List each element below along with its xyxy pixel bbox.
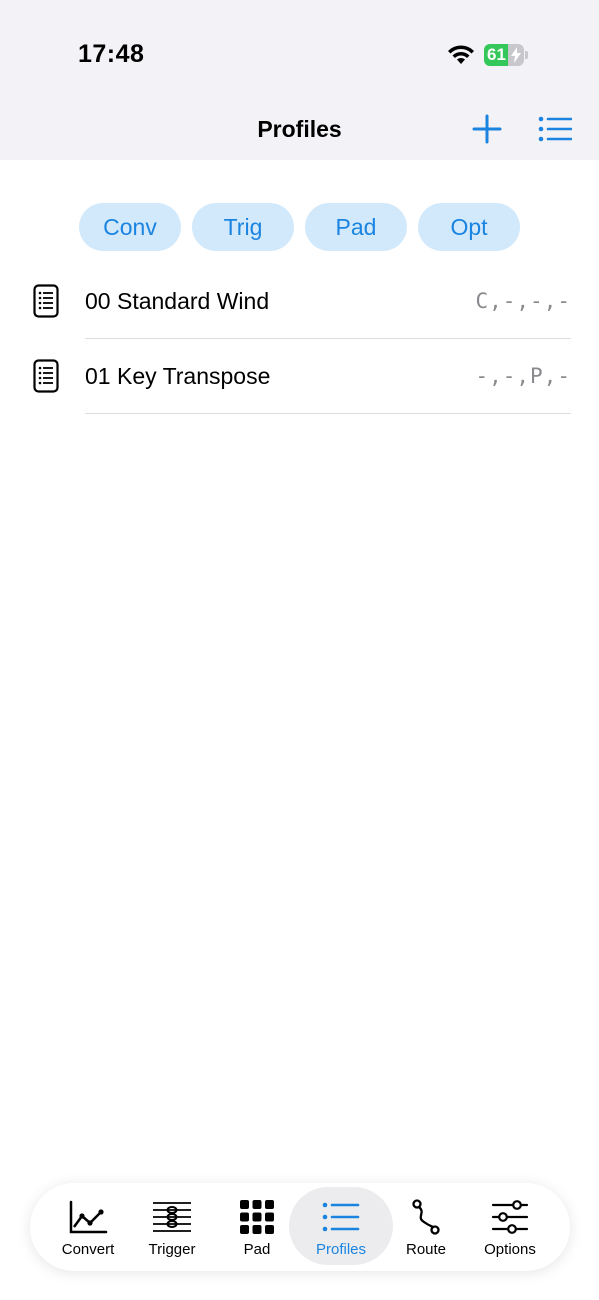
trigger-rows-icon (153, 1202, 191, 1232)
row-divider (85, 413, 571, 414)
tab-options[interactable]: Options (468, 1187, 552, 1265)
chip-opt[interactable]: Opt (418, 203, 520, 251)
profile-code: -,-,P,- (475, 364, 571, 388)
profile-name: 01 Key Transpose (85, 363, 271, 389)
tab-route[interactable]: Route (384, 1187, 468, 1265)
tab-label: Profiles (315, 1241, 367, 1258)
page-title: Profiles (257, 116, 342, 142)
tab-label: Convert (61, 1241, 115, 1258)
tab-pad[interactable]: Pad (215, 1187, 299, 1265)
tab-bar: Convert Trigger Pad Profiles Route Optio… (30, 1183, 570, 1271)
list-item[interactable]: 01 Key Transpose -,-,P,- (0, 339, 599, 414)
list-item[interactable]: 00 Standard Wind C,-,-,- (0, 264, 599, 339)
navigation-bar: Profiles (0, 90, 599, 160)
list-menu-button[interactable] (538, 114, 572, 144)
tab-label: Options (484, 1241, 536, 1258)
tab-trigger[interactable]: Trigger (130, 1187, 214, 1265)
profile-name: 00 Standard Wind (85, 288, 270, 314)
battery-cap (525, 51, 528, 59)
tab-convert[interactable]: Convert (46, 1187, 130, 1265)
battery-indicator: 61 (484, 44, 528, 66)
charging-bolt-icon (511, 47, 521, 63)
status-time: 17:48 (78, 40, 145, 68)
list-icon (322, 1202, 360, 1232)
chip-pad[interactable]: Pad (305, 203, 407, 251)
tab-label: Route (405, 1241, 447, 1258)
status-bar: 17:48 61 (0, 0, 599, 90)
profile-list: 00 Standard Wind C,-,-,- 01 Key Transpos… (0, 264, 599, 414)
sliders-icon (491, 1200, 529, 1234)
wifi-icon (448, 45, 474, 64)
tab-label: Trigger (148, 1241, 196, 1258)
battery-body: 61 (484, 44, 524, 66)
profile-document-icon (33, 284, 59, 318)
route-icon (412, 1199, 440, 1235)
battery-percent: 61 (487, 45, 506, 64)
profile-document-icon (33, 359, 59, 393)
chart-line-icon (69, 1200, 108, 1234)
filter-chips: Conv Trig Pad Opt (0, 203, 599, 251)
tab-profiles[interactable]: Profiles (289, 1187, 393, 1265)
profile-code: C,-,-,- (475, 289, 571, 313)
chip-trig[interactable]: Trig (192, 203, 294, 251)
add-profile-button[interactable] (472, 114, 502, 144)
chip-conv[interactable]: Conv (79, 203, 181, 251)
tab-label: Pad (243, 1241, 271, 1258)
grid-icon (240, 1200, 274, 1234)
